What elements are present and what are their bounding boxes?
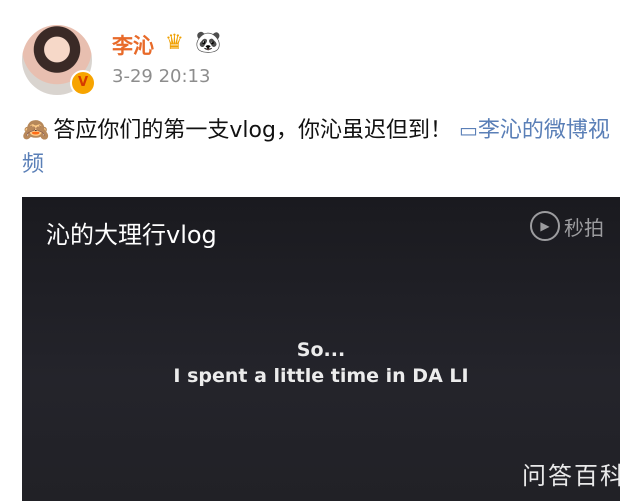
post-text: 答应你们的第一支vlog，你沁虽迟但到！ <box>53 118 452 143</box>
video-subtitle-line2: I spent a little time in DA LI <box>173 365 469 387</box>
crown-icon: ♛ <box>165 30 184 54</box>
miaopai-logo: ▶ 秒拍 <box>530 211 604 241</box>
post-timestamp: 3-29 20:13 <box>112 66 211 87</box>
play-camera-icon: ▶ <box>530 211 560 241</box>
video-link-icon[interactable]: ▭ <box>459 118 478 142</box>
post-text-block: 🙈 答应你们的第一支vlog，你沁虽迟但到！ ▭李沁的微博视频 <box>22 113 622 182</box>
panda-icon: 🐼 <box>195 30 222 54</box>
video-title: 沁的大理行vlog <box>46 221 217 249</box>
username[interactable]: 李沁 <box>112 30 154 60</box>
logo-text: 秒拍 <box>564 215 604 240</box>
video-subtitle-line1: So... <box>296 339 346 361</box>
watermark: 问答百科 <box>522 462 626 490</box>
see-no-evil-monkey-icon: 🙈 <box>22 118 50 143</box>
verified-badge: V <box>70 70 96 96</box>
